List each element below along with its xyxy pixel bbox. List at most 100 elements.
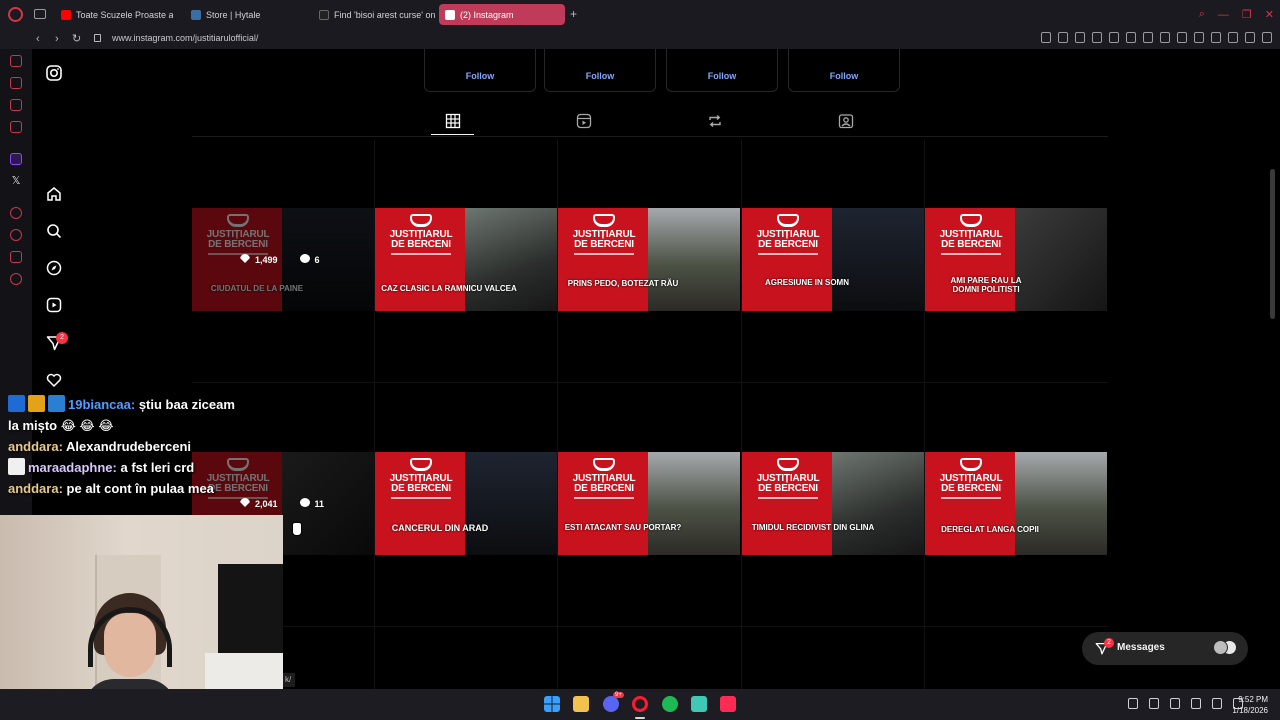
brand-logo: JUSTIȚIARUL DE BERCENI [937, 458, 1005, 499]
suggested-accounts: Follow Follow Follow Follow [424, 49, 900, 92]
clock-date: 1/18/2026 [1232, 706, 1268, 715]
settings-icon[interactable] [10, 273, 22, 285]
aria-icon[interactable] [10, 55, 22, 67]
comment-count: 11 [314, 499, 325, 509]
suggestion-card: Follow [424, 49, 536, 92]
instagram-icon[interactable] [46, 65, 62, 81]
extension-icon[interactable] [1126, 32, 1136, 43]
chevron-up-icon[interactable] [1128, 698, 1138, 709]
follow-button[interactable]: Follow [425, 71, 535, 81]
post-tile[interactable]: JUSTIȚIARUL DE BERCENI TIMIDUL RECIDIVIS… [742, 452, 924, 555]
close-button[interactable]: ✕ [1265, 8, 1274, 21]
forward-icon[interactable]: › [55, 32, 59, 46]
posts-grid-icon[interactable] [445, 113, 461, 129]
chat-message: maraadaphne: a fst leri crd [8, 457, 288, 478]
follow-button[interactable]: Follow [667, 71, 777, 81]
post-photo [832, 452, 924, 555]
chat-message: anddara: pe alt cont în pulaa mea [8, 478, 288, 499]
download-icon[interactable] [1211, 32, 1221, 43]
extension-icon[interactable] [1160, 32, 1170, 43]
discord-tray-icon[interactable] [1149, 698, 1159, 709]
browser-tab-youtube[interactable]: Toate Scuzele Proaste ale [55, 4, 173, 25]
discord-icon[interactable] [603, 696, 619, 712]
display-icon[interactable] [1212, 698, 1222, 709]
clock[interactable]: 9:52 PM 1/18/2026 [1232, 694, 1268, 716]
ai-icon[interactable] [1245, 32, 1255, 43]
tab-title: Toate Scuzele Proaste ale [76, 9, 173, 20]
chat-text: Alexandrudeberceni [66, 439, 192, 454]
spotify-icon[interactable] [662, 696, 678, 712]
post-tile[interactable]: JUSTIȚIARUL DE BERCENI CIUDATUL DE LA PA… [192, 208, 374, 311]
follow-button[interactable]: Follow [789, 71, 899, 81]
browser-tab-hytale[interactable]: Store | Hytale [185, 4, 303, 25]
messages-button[interactable]: 2 Messages [1082, 632, 1248, 665]
post-tile[interactable]: JUSTIȚIARUL DE BERCENI ESTI ATACANT SAU … [558, 452, 740, 555]
tab-title: Store | Hytale [206, 9, 261, 20]
tiktok-icon [319, 9, 329, 20]
twitch-icon[interactable] [10, 153, 22, 165]
search-tabs-icon[interactable]: ⌕ [1199, 8, 1205, 21]
grid-divider [192, 382, 1108, 383]
reload-icon[interactable]: ↻ [72, 32, 81, 46]
brand-logo: JUSTIȚIARUL DE BERCENI [387, 458, 455, 499]
minimize-button[interactable]: — [1218, 9, 1229, 21]
reposts-icon[interactable] [707, 113, 723, 129]
workspaces-icon[interactable] [34, 9, 46, 19]
editor-icon[interactable] [10, 99, 22, 111]
opera-logo-icon[interactable] [8, 7, 23, 22]
menu-icon[interactable] [1262, 32, 1272, 43]
post-tile[interactable]: JUSTIȚIARUL DE BERCENI PRINS PEDO, BOTEZ… [558, 208, 740, 311]
opera-gx-icon[interactable] [632, 696, 648, 712]
app-icon[interactable] [691, 696, 707, 712]
mail-icon[interactable] [10, 121, 22, 133]
extension-icon[interactable] [1143, 32, 1153, 43]
shield-icon[interactable] [1075, 32, 1085, 43]
new-tab-button[interactable]: + [568, 8, 579, 20]
player-icon[interactable] [1092, 32, 1102, 43]
comment-icon [299, 254, 310, 263]
lock-icon[interactable] [94, 34, 101, 42]
scrollbar[interactable] [1270, 169, 1275, 319]
home-icon[interactable] [46, 186, 62, 202]
x-icon[interactable]: 𝕏 [10, 175, 22, 187]
back-icon[interactable]: ‹ [36, 32, 40, 46]
gx-icon[interactable] [10, 77, 22, 89]
browser-tab-instagram[interactable]: (2) Instagram [439, 4, 565, 25]
post-tile[interactable]: JUSTIȚIARUL DE BERCENI CANCERUL DIN ARAD [375, 452, 557, 555]
tiktok-icon[interactable] [720, 696, 736, 712]
puzzle-icon[interactable] [1194, 32, 1204, 43]
maximize-button[interactable]: ❐ [1242, 8, 1252, 21]
microphone-icon[interactable] [1170, 698, 1180, 709]
profile-icon[interactable] [1228, 32, 1238, 43]
crown-badge-icon [28, 395, 45, 412]
history-icon[interactable] [10, 229, 22, 241]
url-field[interactable]: www.instagram.com/justitiarulofficial/ [112, 33, 258, 43]
heart-icon[interactable] [1109, 32, 1119, 43]
player-icon[interactable] [10, 207, 22, 219]
post-caption: CIUDATUL DE LA PAINE [210, 284, 304, 293]
notifications-icon[interactable] [46, 372, 62, 388]
browser-tab-tiktok[interactable]: Find 'bisoi arest curse' on [313, 4, 435, 25]
post-tile[interactable]: JUSTIȚIARUL DE BERCENI CAZ CLASIC LA RAM… [375, 208, 557, 311]
snapshot-icon[interactable] [1058, 32, 1068, 43]
search-icon[interactable] [46, 223, 62, 239]
windows-start-icon[interactable] [544, 696, 560, 712]
gifter-badge-icon [48, 395, 65, 412]
tagged-icon[interactable] [838, 113, 854, 129]
file-explorer-icon[interactable] [573, 696, 589, 712]
sub-badge-icon [8, 458, 25, 475]
chat-message: 19biancaa: știu baa ziceam [8, 394, 288, 415]
post-tile[interactable]: JUSTIȚIARUL DE BERCENI AMI PARE RAU LA D… [925, 208, 1107, 311]
chat-text: pe alt cont în pulaa mea [66, 481, 214, 496]
explore-icon[interactable] [46, 260, 62, 276]
extension-icon[interactable] [1177, 32, 1187, 43]
wifi-icon[interactable] [1191, 698, 1201, 709]
extension-icon[interactable] [1041, 32, 1051, 43]
suggestion-card: Follow [788, 49, 900, 92]
extensions-icon[interactable] [10, 251, 22, 263]
follow-button[interactable]: Follow [545, 71, 655, 81]
reels-icon[interactable] [46, 297, 62, 313]
reels-icon[interactable] [576, 113, 592, 129]
post-tile[interactable]: JUSTIȚIARUL DE BERCENI AGRESIUNE IN SOMN [742, 208, 924, 311]
post-tile[interactable]: JUSTIȚIARUL DE BERCENI DEREGLAT LANGA CO… [925, 452, 1107, 555]
